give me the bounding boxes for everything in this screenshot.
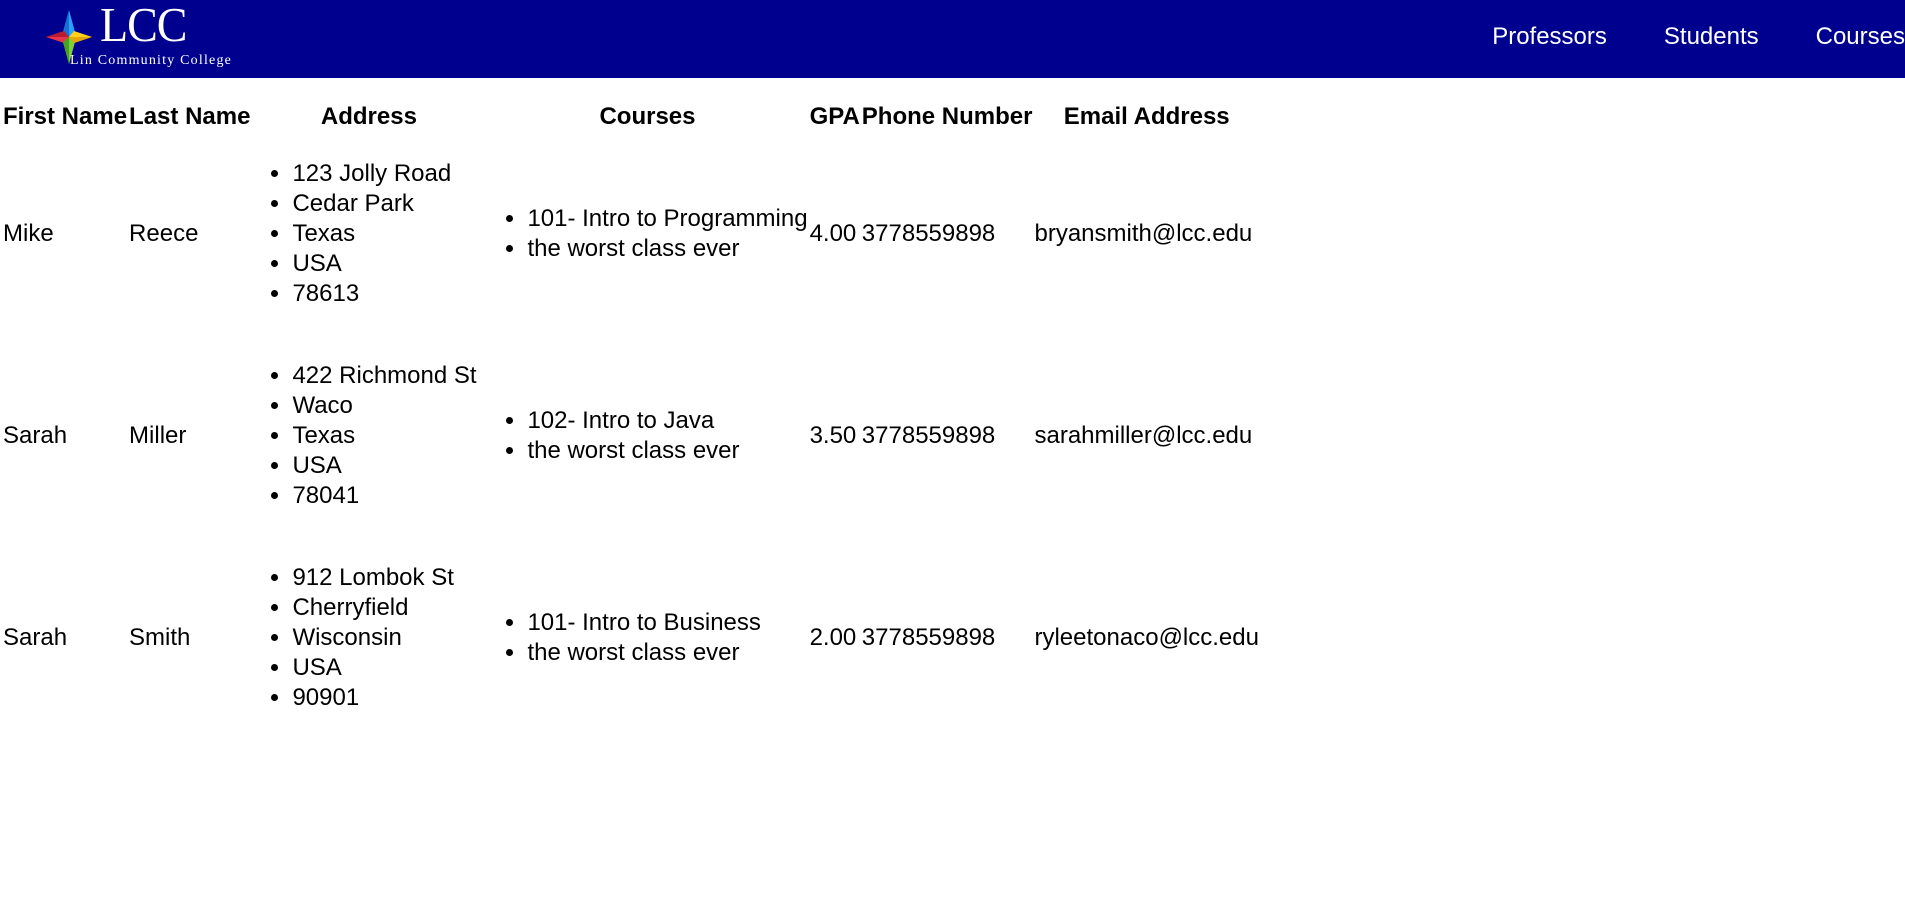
course-item: 101- Intro to Business — [527, 608, 807, 638]
nav-courses[interactable]: Courses — [1816, 23, 1905, 51]
courses-list: 102- Intro to Java the worst class ever — [487, 406, 807, 466]
address-line: USA — [292, 249, 485, 279]
table-row: Mike Reece 123 Jolly Road Cedar Park Tex… — [3, 134, 1259, 334]
course-item: 102- Intro to Java — [527, 406, 807, 436]
header-address: Address — [320, 103, 417, 130]
address-line: Cherryfield — [292, 593, 485, 623]
address-line: Cedar Park — [292, 189, 485, 219]
header-courses: Courses — [599, 103, 696, 130]
cell-email: ryleetonaco@lcc.edu — [1034, 624, 1259, 651]
cell-last-name: Reece — [129, 220, 199, 247]
table-row: Sarah Smith 912 Lombok St Cherryfield Wi… — [3, 538, 1259, 738]
address-line: 912 Lombok St — [292, 563, 485, 593]
cell-phone: 3778559898 — [861, 624, 996, 651]
table-header-row: First Name Last Name Address Courses GPA… — [3, 102, 1259, 132]
address-line: Waco — [292, 391, 485, 421]
address-list: 422 Richmond St Waco Texas USA 78041 — [252, 361, 485, 511]
cell-courses: 101- Intro to Business the worst class e… — [487, 538, 807, 738]
students-table: First Name Last Name Address Courses GPA… — [1, 100, 1261, 740]
address-line: Wisconsin — [292, 623, 485, 653]
address-line: Texas — [292, 219, 485, 249]
cell-first-name: Mike — [3, 220, 54, 247]
cell-gpa: 2.00 — [809, 624, 857, 651]
course-item: the worst class ever — [527, 234, 807, 264]
cell-gpa: 3.50 — [809, 422, 857, 449]
cell-address: 912 Lombok St Cherryfield Wisconsin USA … — [252, 538, 485, 738]
cell-first-name: Sarah — [3, 422, 68, 449]
top-navbar: LCC Lin Community College Professors Stu… — [0, 0, 1905, 78]
address-line: USA — [292, 451, 485, 481]
nav-professors[interactable]: Professors — [1492, 23, 1607, 51]
nav-students[interactable]: Students — [1664, 23, 1759, 51]
cell-address: 123 Jolly Road Cedar Park Texas USA 7861… — [252, 134, 485, 334]
logo-subtitle: Lin Community College — [70, 53, 233, 68]
address-line: 78041 — [292, 481, 485, 511]
cell-first-name: Sarah — [3, 624, 68, 651]
address-line: 422 Richmond St — [292, 361, 485, 391]
lcc-logo[interactable]: LCC Lin Community College — [46, 0, 246, 74]
cell-phone: 3778559898 — [861, 422, 996, 449]
address-list: 123 Jolly Road Cedar Park Texas USA 7861… — [252, 159, 485, 309]
main-nav: Professors Students Courses — [1435, 0, 1905, 74]
logo-title: LCC — [100, 0, 187, 52]
cell-last-name: Miller — [129, 422, 187, 449]
address-line: USA — [292, 653, 485, 683]
address-line: 90901 — [292, 683, 485, 713]
address-line: 123 Jolly Road — [292, 159, 485, 189]
cell-courses: 101- Intro to Programming the worst clas… — [487, 134, 807, 334]
cell-email: bryansmith@lcc.edu — [1034, 220, 1253, 247]
course-item: the worst class ever — [527, 436, 807, 466]
cell-phone: 3778559898 — [861, 220, 996, 247]
cell-last-name: Smith — [129, 624, 191, 651]
header-last-name: Last Name — [129, 103, 251, 130]
address-line: 78613 — [292, 279, 485, 309]
courses-list: 101- Intro to Programming the worst clas… — [487, 204, 807, 264]
courses-list: 101- Intro to Business the worst class e… — [487, 608, 807, 668]
table-row: Sarah Miller 422 Richmond St Waco Texas … — [3, 336, 1259, 536]
course-item: 101- Intro to Programming — [527, 204, 807, 234]
header-first-name: First Name — [3, 103, 128, 130]
cell-gpa: 4.00 — [809, 220, 857, 247]
course-item: the worst class ever — [527, 638, 807, 668]
header-gpa: GPA — [809, 103, 860, 130]
cell-courses: 102- Intro to Java the worst class ever — [487, 336, 807, 536]
cell-address: 422 Richmond St Waco Texas USA 78041 — [252, 336, 485, 536]
header-phone: Phone Number — [861, 103, 1033, 130]
address-line: Texas — [292, 421, 485, 451]
cell-email: sarahmiller@lcc.edu — [1034, 422, 1253, 449]
address-list: 912 Lombok St Cherryfield Wisconsin USA … — [252, 563, 485, 713]
header-email: Email Address — [1063, 103, 1230, 130]
